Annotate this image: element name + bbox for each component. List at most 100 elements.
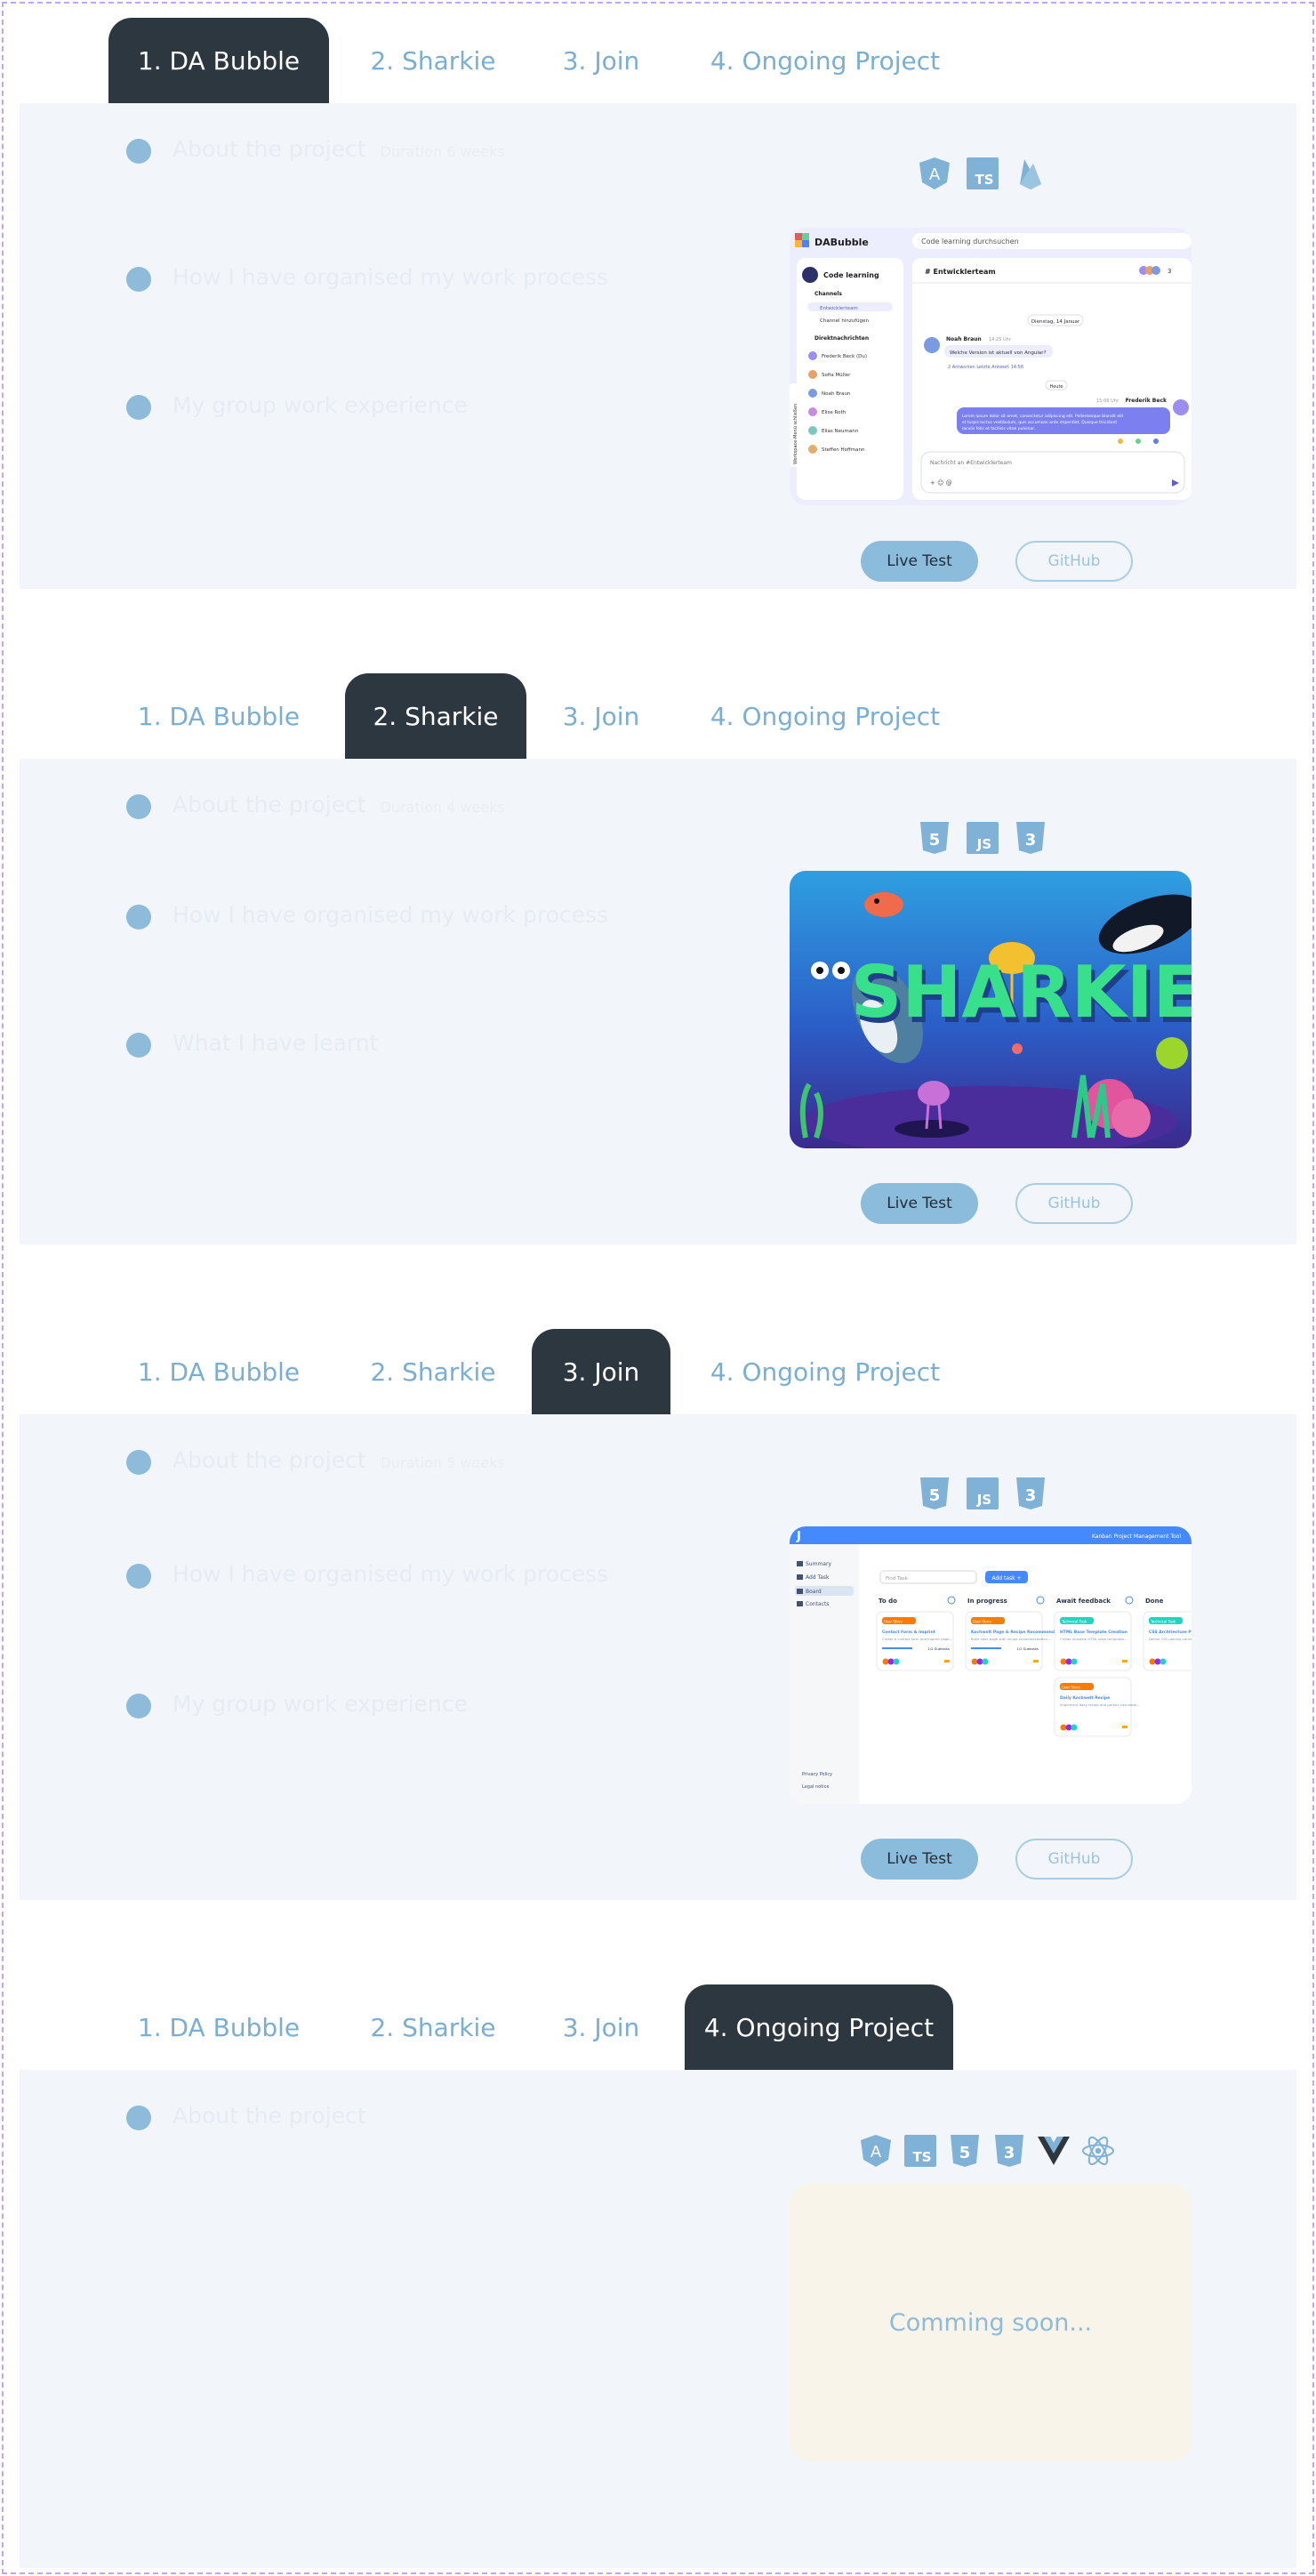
- assignee-avatar: [1160, 1658, 1167, 1665]
- svg-text:# Entwicklerteam: # Entwicklerteam: [925, 268, 996, 276]
- task-desc: Create reusable HTML base templates...: [1060, 1637, 1127, 1641]
- tab-ongoing-project[interactable]: 4. Ongoing Project: [694, 18, 957, 103]
- bullet-icon: [126, 2105, 151, 2130]
- assignee-avatar: [893, 1658, 900, 1665]
- tab-sharkie[interactable]: 2. Sharkie: [359, 1984, 507, 2070]
- tab-join[interactable]: 3. Join: [546, 18, 656, 103]
- svg-text:et turpis luctus vestibulum, q: et turpis luctus vestibulum, quis accums…: [962, 420, 1117, 425]
- project-panel: About the project A TS 5 3 Comming soon.…: [20, 2070, 1296, 2568]
- tab-ongoing-project[interactable]: 4. Ongoing Project: [694, 673, 957, 759]
- assignee-avatar: [1149, 1658, 1156, 1665]
- group-block: My group work experience: [126, 1686, 766, 1815]
- svg-text:Elias Neumann: Elias Neumann: [822, 429, 859, 434]
- live-test-button[interactable]: Live Test: [861, 1183, 978, 1224]
- svg-text:Frederik Beck: Frederik Beck: [1126, 398, 1168, 404]
- tab-join[interactable]: 3. Join: [546, 673, 656, 759]
- project-description: About the project Duration 6 weeks How I …: [126, 132, 766, 516]
- tab-join[interactable]: 3. Join: [532, 1329, 670, 1414]
- svg-text:Kanban Project Management Tool: Kanban Project Management Tool: [1092, 1534, 1181, 1540]
- assignee-avatar: [971, 1658, 978, 1665]
- about-heading: About the project: [173, 2103, 366, 2129]
- css3-icon: 3: [1014, 1477, 1047, 1510]
- process-block: How I have organised my work process: [126, 898, 766, 1026]
- svg-text:3: 3: [1168, 268, 1171, 275]
- svg-text:DABubble: DABubble: [814, 237, 869, 248]
- svg-text:Nachricht an #Entwicklerteam: Nachricht an #Entwicklerteam: [930, 460, 1012, 466]
- svg-text:Channels: Channels: [814, 291, 842, 297]
- coming-soon-placeholder: Comming soon...: [790, 2184, 1192, 2461]
- task-title: CSS Architecture Planning: [1149, 1630, 1192, 1635]
- svg-text:A: A: [929, 165, 941, 184]
- bullet-icon: [126, 1450, 151, 1475]
- group-heading: My group work experience: [173, 1691, 468, 1717]
- bullet-icon: [126, 1564, 151, 1589]
- project-sharkie: 1. DA Bubble 2. Sharkie 3. Join 4. Ongoi…: [0, 673, 1316, 1329]
- assignee-avatar: [887, 1658, 895, 1665]
- github-button[interactable]: GitHub: [1015, 1839, 1133, 1880]
- process-block: How I have organised my work process: [126, 1557, 766, 1686]
- tab-ongoing-project[interactable]: 4. Ongoing Project: [694, 1329, 957, 1414]
- tab-da-bubble[interactable]: 1. DA Bubble: [108, 1984, 329, 2070]
- svg-text:Code learning durchsuchen: Code learning durchsuchen: [921, 237, 1019, 246]
- svg-text:J: J: [796, 1530, 801, 1543]
- assignee-avatar: [1154, 1658, 1161, 1665]
- tab-sharkie[interactable]: 2. Sharkie: [359, 1329, 507, 1414]
- tab-join[interactable]: 3. Join: [546, 1984, 656, 2070]
- tab-da-bubble[interactable]: 1. DA Bubble: [108, 18, 329, 103]
- github-button[interactable]: GitHub: [1015, 541, 1133, 582]
- project-tabs: 1. DA Bubble 2. Sharkie 3. Join 4. Ongoi…: [0, 673, 1316, 759]
- project-screenshot[interactable]: SHARKIE SHARKIE: [790, 871, 1192, 1148]
- tab-ongoing-project[interactable]: 4. Ongoing Project: [685, 1984, 953, 2070]
- project-tabs: 1. DA Bubble 2. Sharkie 3. Join 4. Ongoi…: [0, 1984, 1316, 2070]
- assignee-avatar: [882, 1658, 889, 1665]
- svg-text:Lorem ipsum dolor sit amet, co: Lorem ipsum dolor sit amet, consectetur …: [962, 414, 1124, 419]
- tech-icons: A TS 5 3: [859, 2134, 1115, 2168]
- svg-text:Noah Braun: Noah Braun: [822, 391, 851, 397]
- live-test-button[interactable]: Live Test: [861, 541, 978, 582]
- live-test-button[interactable]: Live Test: [861, 1839, 978, 1880]
- svg-text:Find Task: Find Task: [886, 1576, 909, 1582]
- bullet-icon: [126, 1694, 151, 1719]
- about-heading: About the project Duration 4 weeks: [173, 792, 505, 817]
- tab-da-bubble[interactable]: 1. DA Bubble: [108, 1329, 329, 1414]
- task-tag-label: Technical Task: [1150, 1620, 1176, 1624]
- project-screenshot[interactable]: DABubble Code learning durchsuchen Code …: [790, 228, 1192, 505]
- about-heading: About the project Duration 5 weeks: [173, 1447, 505, 1473]
- bullet-icon: [126, 395, 151, 420]
- svg-text:iaculis felis et facilisis vit: iaculis felis et facilisis vitae pulvina…: [962, 426, 1035, 431]
- assignee-avatar: [1065, 1658, 1072, 1665]
- html5-icon: 5: [918, 821, 951, 855]
- tab-sharkie[interactable]: 2. Sharkie: [359, 18, 507, 103]
- svg-text:5: 5: [929, 1486, 941, 1505]
- process-heading: How I have organised my work process: [173, 264, 609, 290]
- bullet-icon: [126, 267, 151, 292]
- task-title: Kochwelt Page & Recipe Recommender: [971, 1630, 1060, 1635]
- svg-text:Channel hinzufügen: Channel hinzufügen: [820, 318, 869, 324]
- svg-text:Steffen Hoffmann: Steffen Hoffmann: [822, 447, 865, 453]
- board-column-title: To do: [879, 1598, 897, 1605]
- learnt-block: What I have learnt: [126, 1026, 766, 1154]
- process-block: How I have organised my work process: [126, 260, 766, 388]
- svg-text:Heute: Heute: [1049, 384, 1063, 390]
- project-description: About the project Duration 4 weeks How I …: [126, 787, 766, 1154]
- svg-text:15:06 Uhr: 15:06 Uhr: [1096, 398, 1119, 404]
- task-desc: Define CSS naming conventions and struct…: [1149, 1637, 1192, 1641]
- project-join: 1. DA Bubble 2. Sharkie 3. Join 4. Ongoi…: [0, 1329, 1316, 1984]
- group-block: My group work experience: [126, 388, 766, 516]
- project-screenshot[interactable]: J Kanban Project Management Tool Summary…: [790, 1526, 1192, 1804]
- tech-icons: 5 JS 3: [918, 821, 1047, 855]
- assignee-avatar: [1065, 1724, 1072, 1731]
- tab-sharkie[interactable]: 2. Sharkie: [345, 673, 526, 759]
- github-button[interactable]: GitHub: [1015, 1183, 1133, 1224]
- svg-text:Code learning: Code learning: [823, 271, 879, 279]
- process-heading: How I have organised my work process: [173, 1561, 609, 1587]
- svg-text:+ ☺ @: + ☺ @: [930, 479, 952, 487]
- bullet-icon: [126, 1033, 151, 1058]
- process-heading: How I have organised my work process: [173, 902, 609, 928]
- svg-text:Privacy Policy: Privacy Policy: [802, 1772, 832, 1777]
- priority-icon: [944, 1660, 950, 1662]
- svg-text:Dienstag, 14 Januar: Dienstag, 14 Januar: [1031, 319, 1080, 325]
- svg-text:Direktnachrichten: Direktnachrichten: [814, 335, 869, 342]
- task-desc: Create a contact form and imprint page..…: [882, 1637, 952, 1641]
- tab-da-bubble[interactable]: 1. DA Bubble: [108, 673, 329, 759]
